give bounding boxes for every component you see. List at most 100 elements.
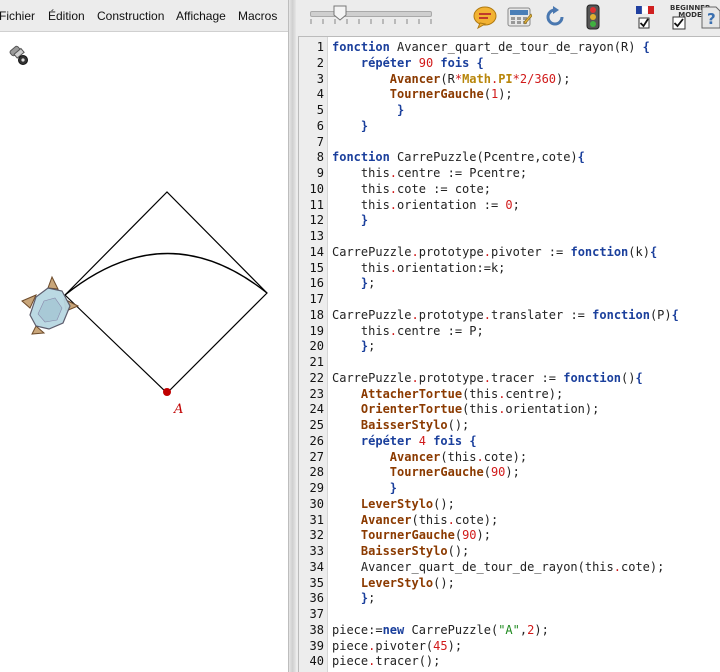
code-token: { (649, 244, 658, 259)
code-token: TournerGauche (389, 465, 484, 480)
code-line[interactable]: CarrePuzzle.prototype.tracer := fonction… (332, 370, 643, 386)
line-number: 40 (309, 654, 324, 669)
code-line[interactable]: CarrePuzzle.prototype.pivoter := fonctio… (332, 244, 657, 260)
code-token: { (642, 40, 650, 54)
code-token: LeverStylo (360, 575, 434, 590)
code-line[interactable]: AttacherTortue(this.centre); (332, 386, 563, 402)
code-token: . (483, 307, 491, 322)
code-line[interactable]: this.orientation:=k; (332, 260, 506, 276)
code-line[interactable]: TournerGauche(1); (332, 86, 513, 102)
code-editor[interactable]: 1 2 3 4 5 6 7 8 9 10 11 12 13 14 15 16 17 18 19 20 21 22 23 24 2… (298, 36, 720, 672)
line-number: 36 (309, 591, 324, 606)
line-number: 26 (309, 433, 324, 448)
geometry-canvas[interactable]: A (0, 33, 288, 672)
comment-icon[interactable] (472, 4, 498, 30)
code-line[interactable]: } (332, 118, 368, 134)
code-line[interactable]: Avancer(R*Math.PI*2/360); (332, 71, 571, 87)
traffic-light-icon[interactable] (580, 4, 606, 30)
code-line[interactable]: this.orientation := 0; (332, 197, 520, 213)
point-a[interactable] (163, 388, 171, 396)
code-line[interactable]: this.centre := Pcentre; (332, 165, 527, 181)
code-token: piece:= (332, 622, 383, 637)
code-token: 90 (418, 55, 434, 70)
refresh-icon[interactable] (542, 4, 568, 30)
code-line[interactable]: répéter 90 fois { (332, 55, 484, 71)
line-number: 7 (316, 134, 324, 149)
code-line[interactable]: TournerGauche(90); (332, 527, 491, 543)
line-number: 12 (309, 213, 324, 228)
code-token: cote := cote; (397, 181, 491, 196)
svg-text:?: ? (707, 10, 716, 28)
code-line[interactable]: this.centre := P; (332, 323, 484, 339)
code-token: TournerGauche (360, 528, 455, 543)
line-number: 9 (316, 166, 324, 180)
code-token: ); (556, 71, 571, 86)
line-number: 39 (309, 638, 324, 653)
code-token: { (635, 370, 643, 385)
code-line[interactable]: }; (332, 590, 375, 606)
help-icon[interactable]: ? (698, 4, 720, 30)
flag-fr-icon[interactable] (632, 4, 658, 30)
code-line[interactable]: LeverStylo(); (332, 496, 455, 512)
code-token: ( (454, 528, 463, 543)
code-token: ; (368, 276, 376, 291)
code-line[interactable]: } (332, 480, 397, 496)
code-token: . (476, 449, 484, 464)
speed-slider-thumb[interactable] (333, 5, 347, 21)
code-line[interactable]: LeverStylo(); (332, 575, 455, 591)
code-token: Avancer (389, 71, 441, 86)
code-line[interactable]: répéter 4 fois { (332, 433, 477, 449)
menu-affichage[interactable]: Affichage (176, 9, 226, 23)
code-token: } (389, 481, 398, 495)
geometry-pane: Fichier Édition Construction Affichage M… (0, 0, 292, 672)
code-line[interactable]: Avancer(this.cote); (332, 449, 527, 465)
code-token: this (332, 166, 390, 180)
code-token: orientation := (397, 197, 506, 212)
code-line[interactable]: BaisserStylo(); (332, 417, 469, 433)
menu-macros[interactable]: Macros (238, 9, 277, 23)
line-number: 5 (316, 103, 324, 117)
code-token: (k) (628, 244, 650, 259)
code-line[interactable]: } (332, 212, 368, 228)
code-line[interactable]: } (332, 102, 404, 118)
code-line[interactable]: piece:=new CarrePuzzle("A",2); (332, 622, 549, 638)
code-line[interactable]: fonction CarrePuzzle(Pcentre,cote){ (332, 149, 585, 165)
code-token: LeverStylo (360, 496, 434, 511)
menu-edition[interactable]: Édition (48, 9, 85, 23)
code-line[interactable]: TournerGauche(90); (332, 464, 520, 480)
code-token: tracer := (490, 370, 564, 385)
menu-fichier[interactable]: Fichier (0, 9, 35, 23)
beginner-mode-checkbox-icon[interactable] (672, 16, 686, 30)
code-line[interactable]: }; (332, 275, 375, 291)
code-line[interactable]: Avancer_quart_de_tour_de_rayon(this.cote… (332, 559, 664, 575)
code-token: } (360, 213, 369, 228)
code-token: { (671, 307, 679, 322)
code-line[interactable]: piece.tracer(); (332, 653, 440, 669)
script-toolbar: BEGINNER MODE ? (296, 0, 720, 36)
code-line[interactable]: Avancer(this.cote); (332, 512, 498, 528)
code-token: "A" (498, 622, 520, 637)
line-number: 35 (309, 575, 324, 590)
code-line[interactable]: OrienterTortue(this.orientation); (332, 401, 599, 417)
code-token: Avancer_quart_de_tour_de_rayon(R) (389, 40, 643, 54)
menu-construction[interactable]: Construction (97, 9, 164, 23)
code-token: tracer(); (375, 654, 441, 669)
pane-splitter[interactable] (288, 0, 296, 672)
code-line[interactable]: }; (332, 338, 375, 354)
code-line[interactable]: CarrePuzzle.prototype.translater := fonc… (332, 307, 679, 323)
code-token: prototype (418, 307, 484, 322)
code-token: 45 (433, 638, 448, 653)
code-line[interactable]: piece.pivoter(45); (332, 638, 462, 654)
calculator-icon[interactable] (506, 4, 532, 30)
code-line[interactable]: fonction Avancer_quart_de_tour_de_rayon(… (332, 39, 650, 55)
speed-slider-track[interactable] (310, 11, 432, 17)
code-line[interactable]: BaisserStylo(); (332, 543, 469, 559)
code-token: (P) (649, 307, 672, 322)
code-line[interactable]: this.cote := cote; (332, 181, 491, 197)
